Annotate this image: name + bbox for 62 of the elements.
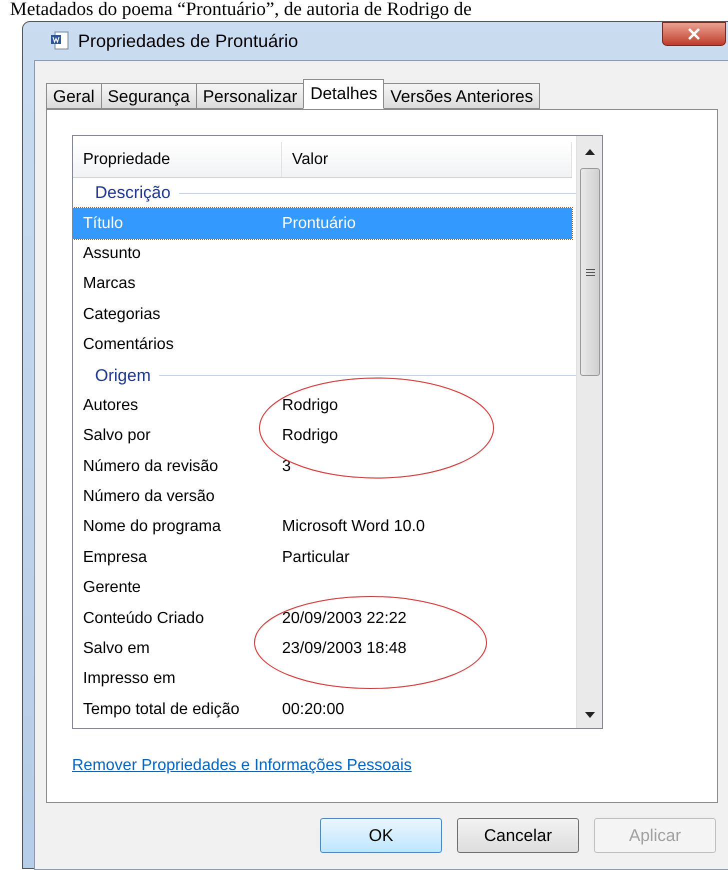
scroll-down-icon[interactable] <box>585 712 595 718</box>
property-name: Marcas <box>82 274 136 294</box>
property-value: 00:20:00 <box>282 700 344 720</box>
property-row[interactable]: Salvo em 23/09/2003 18:48 <box>73 634 572 664</box>
property-name: Gerente <box>82 578 142 598</box>
property-row[interactable]: Assunto <box>73 238 572 270</box>
property-name: Assunto <box>82 244 142 264</box>
property-name: Categorias <box>82 304 162 325</box>
dialog-button[interactable]: Cancelar <box>457 818 579 853</box>
property-row[interactable]: Impresso em <box>73 664 572 695</box>
scroll-thumb[interactable] <box>580 168 600 376</box>
tab[interactable]: Versões Anteriores <box>383 83 540 109</box>
caption: Metadados do poema “Prontuário”, de autoria de Rodrigo de <box>9 0 472 20</box>
property-value: 23/09/2003 18:48 <box>282 639 407 660</box>
property-value: Rodrigo <box>282 396 338 416</box>
property-row[interactable]: Categorias <box>73 300 572 330</box>
property-name: Tempo total de edição <box>82 700 241 720</box>
dialog-button[interactable]: OK <box>320 818 442 853</box>
property-name: Salvo em <box>82 639 151 660</box>
remove-properties-link[interactable]: Remover Propriedades e Informações Pessoais <box>72 754 412 778</box>
property-name: Título <box>82 214 124 234</box>
property-value: Prontuário <box>282 214 356 234</box>
property-value: Particular <box>282 548 350 568</box>
property-row[interactable]: Tempo total de edição 00:20:00 <box>73 694 572 726</box>
group-header: Descrição <box>95 182 171 204</box>
property-row[interactable]: Número da revisão 3 <box>73 452 572 482</box>
property-value: Microsoft Word 10.0 <box>282 517 425 538</box>
property-row[interactable]: Comentários <box>73 330 572 360</box>
grip-icon <box>586 268 594 276</box>
property-row[interactable]: Autores Rodrigo <box>73 390 572 422</box>
close-icon <box>687 28 701 40</box>
property-name: Número da versão <box>82 487 216 508</box>
property-name: Nome do programa <box>82 517 222 538</box>
property-name: Empresa <box>82 548 148 568</box>
column-header[interactable]: Propriedade <box>73 142 282 177</box>
property-name: Comentários <box>82 335 175 356</box>
property-row[interactable]: Nome do programa Microsoft Word 10.0 <box>73 512 572 543</box>
tab[interactable]: Segurança <box>100 83 197 109</box>
group-header: Origem <box>95 364 151 387</box>
property-row[interactable]: Marcas <box>73 269 572 300</box>
scroll-up-icon[interactable] <box>585 149 595 155</box>
tab[interactable]: Geral <box>46 83 102 109</box>
tab[interactable]: Detalhes <box>303 79 384 109</box>
property-row[interactable]: Gerente <box>73 573 572 604</box>
property-row[interactable]: Salvo por Rodrigo <box>73 421 572 452</box>
column-header[interactable]: Valor <box>282 142 572 177</box>
property-row[interactable]: Empresa Particular <box>73 542 572 574</box>
property-value: 3 <box>282 456 291 477</box>
property-name: Autores <box>82 396 140 416</box>
window-title: Propriedades de Prontuário <box>78 30 298 53</box>
property-value: 20/09/2003 22:22 <box>282 608 407 629</box>
close-button[interactable] <box>662 22 726 46</box>
property-value: Rodrigo <box>282 426 338 446</box>
property-name: Salvo por <box>82 426 152 446</box>
property-name: Impresso em <box>82 669 176 690</box>
scrollbar[interactable] <box>576 136 602 728</box>
property-name: Conteúdo Criado <box>82 608 205 629</box>
tab[interactable]: Personalizar <box>196 83 304 109</box>
document-icon <box>50 31 70 51</box>
property-row[interactable]: Número da versão <box>73 482 572 512</box>
property-row[interactable]: Conteúdo Criado 20/09/2003 22:22 <box>73 603 572 634</box>
property-name: Número da revisão <box>82 456 220 477</box>
